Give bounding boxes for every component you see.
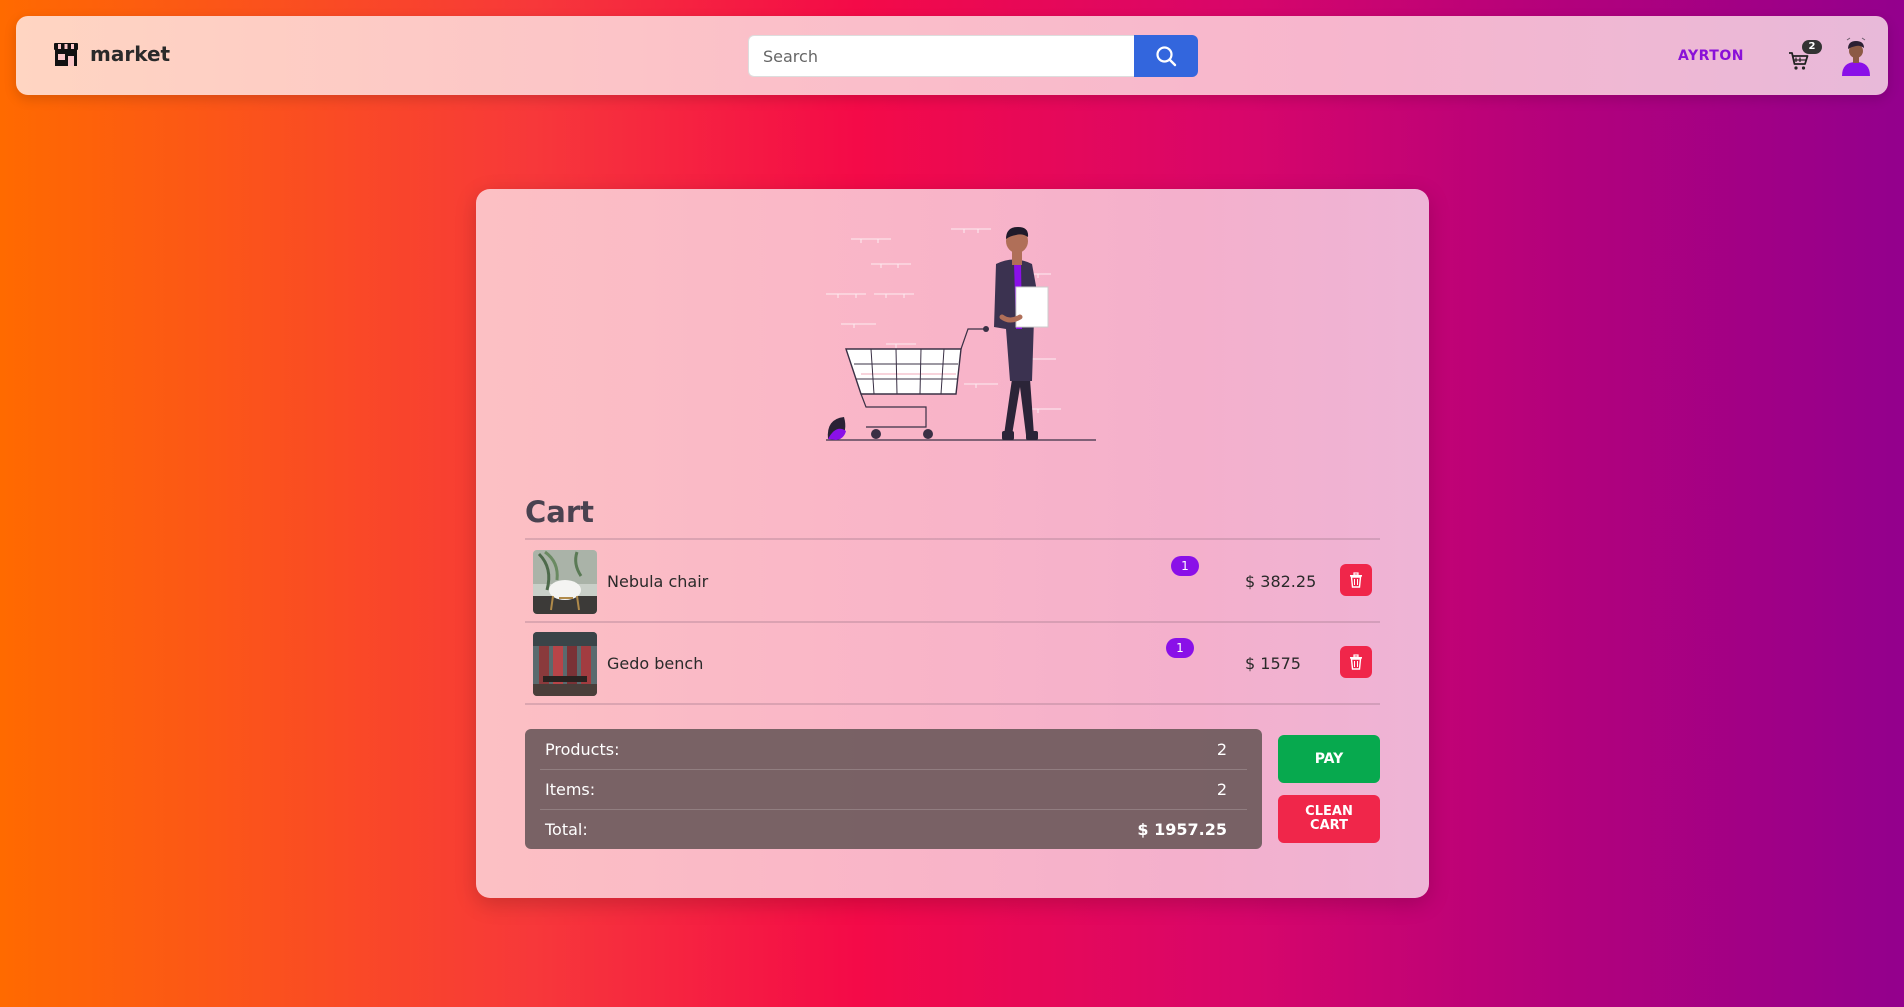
remove-item-button[interactable] — [1340, 646, 1372, 678]
shopping-cart-illustration — [826, 227, 1096, 441]
quantity-badge: 1 — [1166, 638, 1194, 658]
products-label: Products: — [545, 740, 620, 759]
navbar: market AYRTON 2 — [16, 16, 1888, 95]
clean-cart-button[interactable]: CLEAN CART — [1278, 795, 1380, 843]
item-price: $ 382.25 — [1245, 572, 1317, 591]
store-icon — [54, 43, 78, 66]
search-input[interactable] — [748, 35, 1134, 77]
brand[interactable]: market — [52, 40, 170, 68]
pay-button[interactable]: PAY — [1278, 735, 1380, 783]
cart-item-row: Nebula chair 1 $ 382.25 — [525, 540, 1380, 620]
order-summary: Products: 2 Items: 2 Total: $ 1957.25 — [525, 729, 1262, 849]
total-value: $ 1957.25 — [1137, 820, 1227, 839]
product-image-nebula-chair — [533, 550, 597, 614]
item-price: $ 1575 — [1245, 654, 1301, 673]
quantity-badge: 1 — [1171, 556, 1199, 576]
avatar[interactable] — [1836, 36, 1876, 76]
remove-item-button[interactable] — [1340, 564, 1372, 596]
cart-card: Cart Nebula chair 1 $ 382.25 Gedo bench … — [476, 189, 1429, 898]
item-name[interactable]: Gedo bench — [607, 654, 703, 673]
search-icon — [1156, 46, 1177, 67]
item-name[interactable]: Nebula chair — [607, 572, 708, 591]
trash-icon — [1350, 654, 1362, 670]
cart-title: Cart — [525, 495, 595, 529]
search-button[interactable] — [1134, 35, 1198, 77]
cart-count-badge: 2 — [1802, 40, 1822, 54]
summary-total-row: Total: $ 1957.25 — [540, 809, 1247, 849]
items-value: 2 — [1216, 780, 1227, 799]
total-label: Total: — [545, 820, 588, 839]
summary-items-row: Items: 2 — [540, 769, 1247, 809]
items-label: Items: — [545, 780, 596, 799]
trash-icon — [1350, 572, 1362, 588]
user-name[interactable]: AYRTON — [1678, 48, 1744, 64]
products-value: 2 — [1216, 740, 1227, 759]
cart-item-row: Gedo bench 1 $ 1575 — [525, 622, 1380, 702]
summary-products-row: Products: 2 — [540, 729, 1247, 769]
product-image-gedo-bench — [533, 632, 597, 696]
nav-cart-button[interactable]: 2 — [1788, 40, 1822, 72]
brand-name: market — [90, 42, 171, 66]
search-bar — [748, 35, 1198, 77]
divider — [525, 703, 1380, 705]
